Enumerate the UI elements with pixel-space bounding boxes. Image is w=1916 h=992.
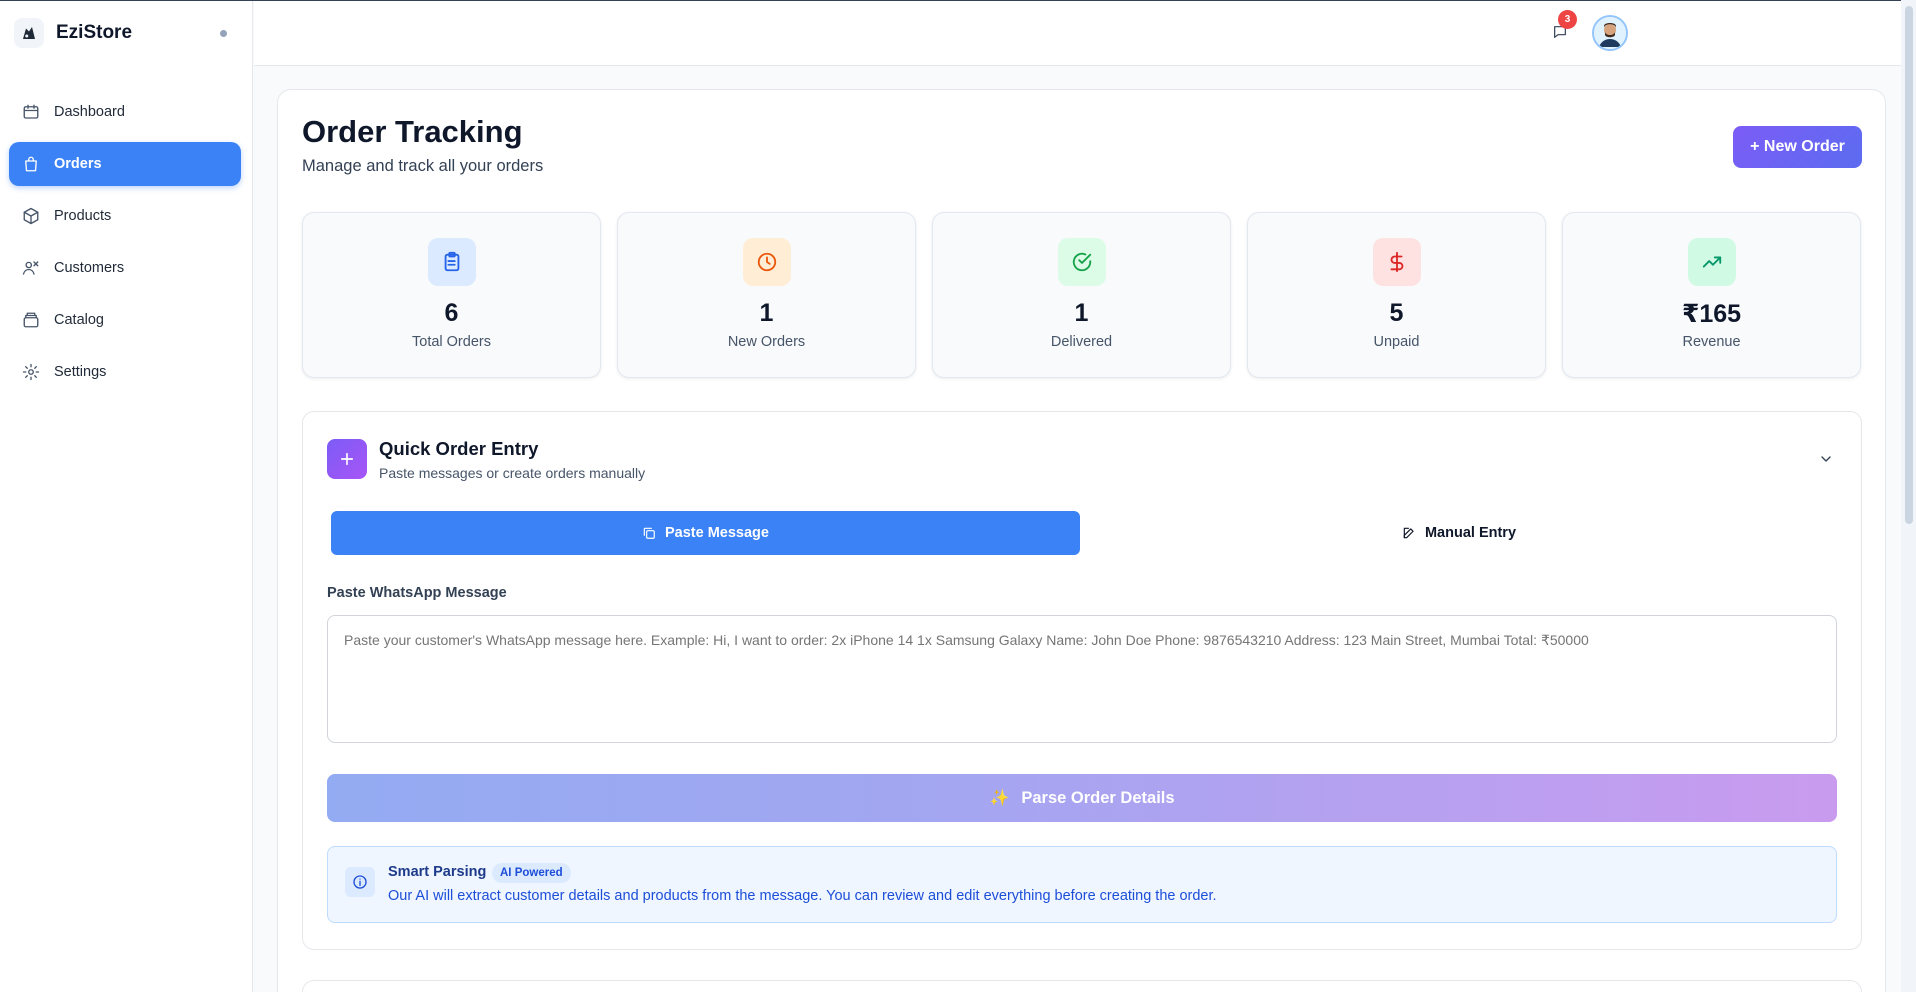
sidebar-item-label: Orders — [54, 156, 102, 172]
sidebar-item-label: Dashboard — [54, 104, 125, 120]
notification-count-badge: 3 — [1558, 10, 1577, 29]
box-icon — [23, 207, 39, 225]
check-circle-icon — [1058, 238, 1106, 286]
stat-label: Delivered — [1050, 334, 1113, 350]
tab-label: Manual Entry — [1424, 525, 1517, 541]
page-title: Order Tracking — [302, 114, 523, 149]
smart-parsing-info-box — [327, 846, 1837, 923]
clock-icon — [743, 238, 791, 286]
new-order-button[interactable]: + New Order — [1733, 126, 1862, 168]
sidebar: EziStore Dashboard Orders Products Custo… — [0, 1, 253, 992]
stat-label: Unpaid — [1373, 334, 1420, 350]
sidebar-collapse-dot[interactable] — [220, 30, 227, 37]
info-title: Smart Parsing — [388, 864, 487, 880]
stat-value: 1 — [759, 299, 774, 327]
clipboard-icon — [428, 238, 476, 286]
whatsapp-message-input[interactable] — [327, 615, 1837, 743]
collapse-toggle[interactable] — [1816, 449, 1836, 469]
stat-card-delivered: 1 Delivered — [932, 212, 1231, 378]
top-header — [254, 1, 1916, 66]
stat-card-new-orders: 1 New Orders — [617, 212, 916, 378]
ai-powered-badge: AI Powered — [492, 863, 571, 883]
sidebar-item-label: Catalog — [54, 312, 104, 328]
stat-card-revenue: ₹165 Revenue — [1562, 212, 1861, 378]
user-avatar[interactable] — [1592, 15, 1628, 51]
info-icon — [345, 867, 375, 897]
message-field-label: Paste WhatsApp Message — [327, 585, 507, 601]
stat-card-unpaid: 5 Unpaid — [1247, 212, 1546, 378]
info-text: Our AI will extract customer details and… — [388, 888, 1217, 904]
stat-value: 6 — [444, 299, 459, 327]
avatar-icon — [1594, 17, 1626, 49]
shopping-bag-icon — [25, 156, 37, 172]
quick-entry-title: Quick Order Entry — [379, 438, 539, 459]
plus-icon — [327, 439, 367, 479]
sidebar-item-customers[interactable]: Customers — [9, 246, 241, 290]
sidebar-item-label: Products — [54, 208, 112, 224]
sidebar-item-settings[interactable]: Settings — [9, 350, 241, 394]
tab-manual-entry[interactable]: Manual Entry — [1084, 511, 1834, 555]
tab-paste-message[interactable]: Paste Message — [331, 511, 1080, 555]
catalog-icon — [23, 312, 39, 328]
sparkle-icon: ✨ — [989, 790, 1010, 807]
gear-icon — [22, 363, 40, 381]
parse-order-button[interactable]: ✨ Parse Order Details — [327, 774, 1837, 822]
sidebar-item-label: Settings — [54, 364, 107, 380]
scrollbar-thumb[interactable] — [1905, 6, 1913, 524]
stat-label: Total Orders — [412, 334, 491, 350]
sidebar-nav: Dashboard Orders Products Customers Cata… — [9, 90, 241, 402]
copy-icon — [643, 527, 655, 539]
sidebar-item-orders[interactable]: Orders — [9, 142, 241, 186]
brand-name: EziStore — [56, 22, 133, 43]
sidebar-item-dashboard[interactable]: Dashboard — [9, 90, 241, 134]
dollar-icon — [1373, 238, 1421, 286]
stat-label: New Orders — [727, 334, 806, 350]
stat-value: ₹165 — [1681, 300, 1742, 328]
trending-up-icon — [1688, 238, 1736, 286]
chevron-down-icon — [1821, 456, 1831, 462]
stat-value: 1 — [1074, 299, 1089, 327]
brand[interactable]: EziStore — [14, 17, 239, 49]
users-icon — [22, 261, 39, 275]
sidebar-item-products[interactable]: Products — [9, 194, 241, 238]
tab-label: Paste Message — [665, 525, 769, 541]
edit-icon — [1403, 527, 1414, 539]
orders-list-card — [302, 980, 1862, 992]
sidebar-item-catalog[interactable]: Catalog — [9, 298, 241, 342]
parse-button-label: Parse Order Details — [1021, 788, 1175, 807]
dashboard-icon — [23, 104, 39, 119]
stat-card-total-orders: 6 Total Orders — [302, 212, 601, 378]
brand-logo-icon — [14, 18, 44, 48]
stat-value: 5 — [1389, 299, 1404, 327]
stat-label: Revenue — [1682, 334, 1741, 350]
sidebar-item-label: Customers — [54, 260, 125, 276]
page-subtitle: Manage and track all your orders — [302, 157, 544, 175]
quick-entry-subtitle: Paste messages or create orders manually — [379, 465, 646, 481]
